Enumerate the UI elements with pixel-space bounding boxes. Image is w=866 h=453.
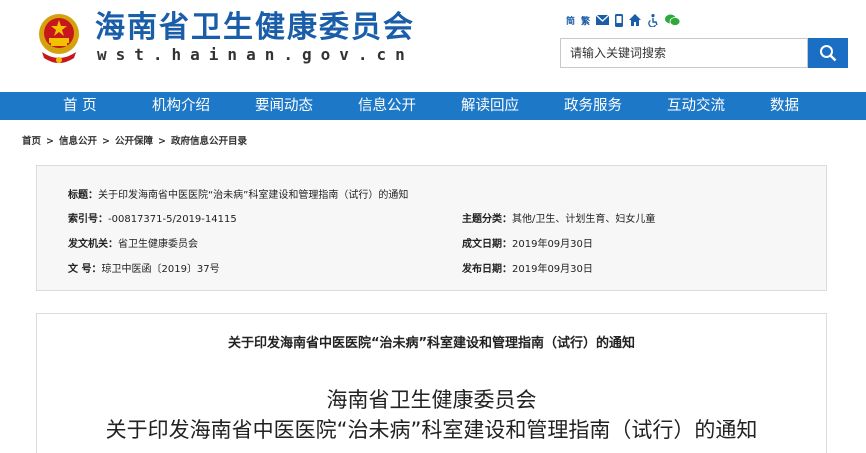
meta-written-date: 成文日期：2019年09月30日 — [462, 235, 593, 250]
meta-written-value: 2019年09月30日 — [512, 239, 593, 250]
meta-title-label: 标题： — [68, 190, 98, 201]
nav-item-interpretation[interactable]: 解读回应 — [461, 92, 519, 120]
site-header: 海南省卫生健康委员会 wst.hainan.gov.cn 简 繁 — [0, 0, 866, 92]
breadcrumb-home[interactable]: 首页 — [22, 136, 41, 147]
search-button[interactable] — [808, 38, 848, 68]
meta-doc-number: 文 号：琼卫中医函〔2019〕37号 — [68, 260, 220, 275]
traditional-chinese-link[interactable]: 繁 — [581, 14, 590, 27]
breadcrumb-disclosure-support[interactable]: 公开保障 — [115, 136, 153, 147]
mail-icon[interactable] — [596, 15, 610, 25]
meta-docno-value: 琼卫中医函〔2019〕37号 — [101, 264, 220, 275]
meta-index-value: -00817371-5/2019-14115 — [108, 214, 237, 225]
search-input[interactable] — [561, 39, 807, 67]
breadcrumb-info-disclosure[interactable]: 信息公开 — [59, 136, 97, 147]
meta-subject: 主题分类：其他/卫生、计划生育、妇女儿童 — [462, 210, 655, 225]
breadcrumb-catalog[interactable]: 政府信息公开目录 — [171, 136, 247, 147]
document-title: 关于印发海南省中医医院“治未病”科室建设和管理指南（试行）的通知 — [105, 418, 758, 442]
quick-links: 简 繁 — [566, 12, 681, 28]
search-icon — [820, 45, 837, 62]
meta-docno-label: 文 号： — [68, 264, 102, 275]
nav-item-organization[interactable]: 机构介绍 — [152, 92, 210, 120]
meta-title: 标题：关于印发海南省中医医院“治未病”科室建设和管理指南（试行）的通知 — [68, 186, 408, 201]
search-box — [560, 38, 808, 68]
document-heading: 关于印发海南省中医医院“治未病”科室建设和管理指南（试行）的通知 — [227, 336, 636, 351]
meta-subject-value: 其他/卫生、计划生育、妇女儿童 — [512, 214, 656, 225]
mobile-phone-icon[interactable] — [615, 13, 624, 27]
nav-item-services[interactable]: 政务服务 — [564, 92, 622, 120]
nav-item-info-disclosure[interactable]: 信息公开 — [358, 92, 416, 120]
document-issuer: 海南省卫生健康委员会 — [326, 388, 537, 412]
document-body: 关于印发海南省中医医院“治未病”科室建设和管理指南（试行）的通知 海南省卫生健康… — [36, 313, 827, 453]
main-nav: 首 页 机构介绍 要闻动态 信息公开 解读回应 政务服务 互动交流 数据 — [0, 92, 866, 120]
simplified-chinese-link[interactable]: 简 — [566, 14, 575, 27]
document-metadata-panel: 标题：关于印发海南省中医医院“治未病”科室建设和管理指南（试行）的通知 索引号：… — [36, 165, 827, 291]
nav-item-news[interactable]: 要闻动态 — [255, 92, 313, 120]
meta-published-date: 发布日期：2019年09月30日 — [462, 260, 593, 275]
meta-published-value: 2019年09月30日 — [512, 264, 593, 275]
nav-item-data[interactable]: 数据 — [770, 92, 799, 120]
meta-subject-label: 主题分类： — [462, 214, 512, 225]
meta-issuer-label: 发文机关： — [68, 239, 118, 250]
meta-written-label: 成文日期： — [462, 239, 512, 250]
meta-index: 索引号：-00817371-5/2019-14115 — [68, 210, 237, 225]
meta-index-label: 索引号： — [68, 214, 108, 225]
meta-issuer: 发文机关：省卫生健康委员会 — [68, 235, 198, 250]
breadcrumb-separator: > — [102, 136, 110, 147]
meta-issuer-value: 省卫生健康委员会 — [118, 239, 198, 250]
nav-item-interaction[interactable]: 互动交流 — [667, 92, 725, 120]
site-name[interactable]: 海南省卫生健康委员会 — [95, 10, 415, 46]
breadcrumb-separator: > — [157, 136, 166, 147]
breadcrumb-separator: > — [46, 136, 54, 147]
home-icon[interactable] — [629, 14, 642, 26]
meta-title-value: 关于印发海南省中医医院“治未病”科室建设和管理指南（试行）的通知 — [98, 190, 409, 201]
breadcrumb: 首页 > 信息公开 > 公开保障 > 政府信息公开目录 — [22, 133, 247, 147]
nav-item-home[interactable]: 首 页 — [63, 92, 97, 120]
site-url[interactable]: wst.hainan.gov.cn — [97, 45, 414, 64]
meta-published-label: 发布日期： — [462, 264, 512, 275]
national-emblem-icon — [39, 14, 79, 63]
wechat-icon[interactable] — [665, 14, 681, 26]
accessibility-icon[interactable] — [647, 13, 659, 27]
